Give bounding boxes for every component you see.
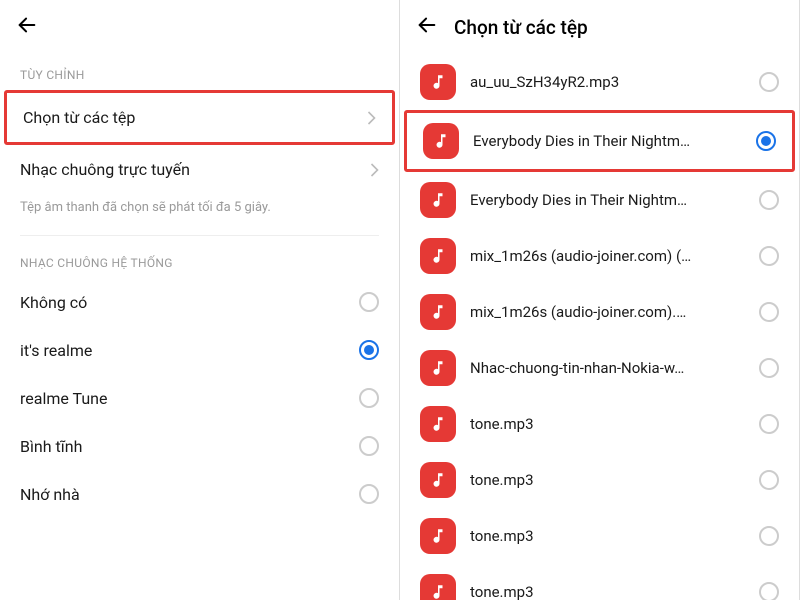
music-file-icon	[420, 350, 456, 386]
file-row[interactable]: Everybody Dies in Their Nightm…	[400, 172, 799, 228]
radio-button[interactable]	[359, 484, 379, 504]
radio-button[interactable]	[359, 436, 379, 456]
right-pane: Chọn từ các tệp au_uu_SzH34yR2.mp3 Everyb…	[400, 0, 800, 600]
file-row[interactable]: tone.mp3	[400, 508, 799, 564]
divider	[20, 235, 379, 236]
file-row[interactable]: Nhac-chuong-tin-nhan-Nokia-w…	[400, 340, 799, 396]
file-name: tone.mp3	[470, 527, 745, 545]
file-name: tone.mp3	[470, 415, 745, 433]
ringtone-list: Không có it's realme realme Tune Bình tĩnh N…	[0, 278, 399, 518]
file-name: Everybody Dies in Their Nightm…	[470, 191, 745, 209]
radio-button[interactable]	[759, 72, 779, 92]
radio-button[interactable]	[759, 526, 779, 546]
music-file-icon	[420, 462, 456, 498]
radio-button[interactable]	[759, 582, 779, 600]
ringtone-row[interactable]: Không có	[0, 278, 399, 326]
ringtone-label: realme Tune	[20, 389, 107, 408]
ringtone-row[interactable]: realme Tune	[0, 374, 399, 422]
file-name: Nhac-chuong-tin-nhan-Nokia-w…	[470, 359, 745, 377]
file-row[interactable]: Everybody Dies in Their Nightm…	[407, 113, 792, 169]
highlight-choose-files: Chọn từ các tệp	[4, 90, 395, 145]
file-name: mix_1m26s (audio-joiner.com) (…	[470, 247, 745, 265]
file-row[interactable]: au_uu_SzH34yR2.mp3	[400, 54, 799, 110]
nav-choose-files[interactable]: Chọn từ các tệp	[7, 93, 392, 142]
radio-button[interactable]	[759, 470, 779, 490]
music-file-icon	[420, 238, 456, 274]
chevron-right-icon	[370, 163, 379, 177]
file-row[interactable]: tone.mp3	[400, 452, 799, 508]
ringtone-label: it's realme	[20, 341, 92, 360]
ringtone-row[interactable]: Nhớ nhà	[0, 470, 399, 518]
back-icon[interactable]	[416, 14, 438, 40]
ringtone-row[interactable]: it's realme	[0, 326, 399, 374]
file-name: tone.mp3	[470, 471, 745, 489]
ringtone-row[interactable]: Bình tĩnh	[0, 422, 399, 470]
file-name: tone.mp3	[470, 583, 745, 600]
file-row[interactable]: tone.mp3	[400, 396, 799, 452]
ringtone-label: Bình tĩnh	[20, 437, 82, 456]
radio-button[interactable]	[759, 302, 779, 322]
music-file-icon	[420, 518, 456, 554]
radio-button[interactable]	[759, 358, 779, 378]
page-title: Chọn từ các tệp	[454, 16, 588, 39]
highlight-selected-file: Everybody Dies in Their Nightm…	[404, 110, 795, 172]
file-row[interactable]: mix_1m26s (audio-joiner.com).…	[400, 284, 799, 340]
radio-button[interactable]	[756, 131, 776, 151]
radio-button[interactable]	[759, 190, 779, 210]
section-label-custom: TÙY CHỈNH	[0, 54, 399, 90]
back-icon[interactable]	[16, 14, 38, 40]
music-file-icon	[423, 123, 459, 159]
file-name: au_uu_SzH34yR2.mp3	[470, 73, 745, 91]
music-file-icon	[420, 406, 456, 442]
section-label-system: NHẠC CHUÔNG HỆ THỐNG	[0, 242, 399, 278]
music-file-icon	[420, 574, 456, 600]
music-file-icon	[420, 182, 456, 218]
radio-button[interactable]	[759, 246, 779, 266]
file-name: mix_1m26s (audio-joiner.com).…	[470, 303, 745, 321]
left-header	[0, 0, 399, 54]
nav-choose-files-label: Chọn từ các tệp	[23, 108, 135, 127]
file-row[interactable]: mix_1m26s (audio-joiner.com) (…	[400, 228, 799, 284]
file-name: Everybody Dies in Their Nightm…	[473, 132, 742, 150]
right-header: Chọn từ các tệp	[400, 0, 799, 54]
radio-button[interactable]	[359, 340, 379, 360]
nav-online-ringtones[interactable]: Nhạc chuông trực tuyến	[0, 145, 399, 194]
radio-button[interactable]	[359, 292, 379, 312]
nav-online-ringtones-label: Nhạc chuông trực tuyến	[20, 160, 190, 179]
hint-text: Tệp âm thanh đã chọn sẽ phát tối đa 5 gi…	[0, 194, 399, 229]
chevron-right-icon	[367, 111, 376, 125]
radio-button[interactable]	[759, 414, 779, 434]
ringtone-label: Không có	[20, 293, 87, 312]
left-pane: TÙY CHỈNH Chọn từ các tệp Nhạc chuông tr…	[0, 0, 400, 600]
music-file-icon	[420, 294, 456, 330]
music-file-icon	[420, 64, 456, 100]
ringtone-label: Nhớ nhà	[20, 485, 80, 504]
file-list: au_uu_SzH34yR2.mp3 Everybody Dies in Thei…	[400, 54, 799, 600]
radio-button[interactable]	[359, 388, 379, 408]
file-row[interactable]: tone.mp3	[400, 564, 799, 600]
